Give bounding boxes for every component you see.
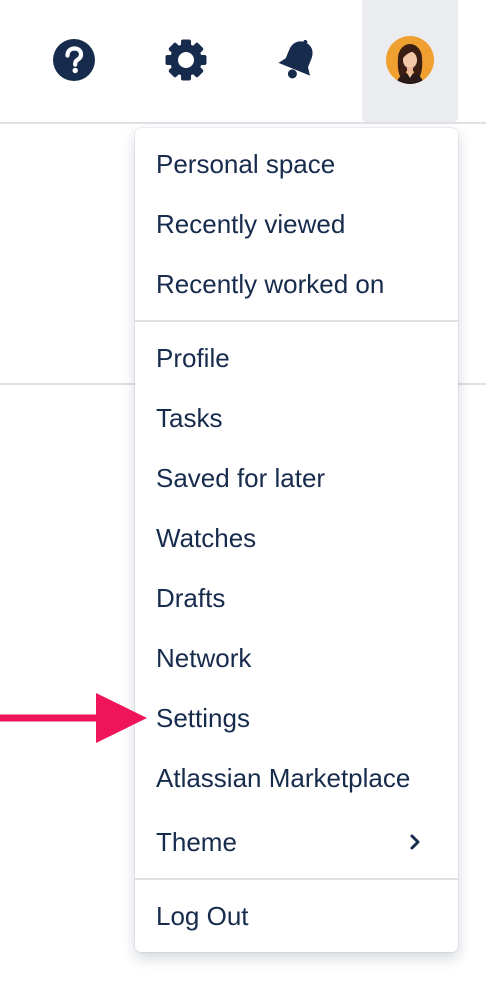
- menu-item-atlassian-marketplace[interactable]: Atlassian Marketplace: [135, 748, 458, 808]
- menu-item-theme[interactable]: Theme: [135, 812, 458, 872]
- menu-item-label: Settings: [156, 702, 250, 733]
- menu-item-saved-for-later[interactable]: Saved for later: [135, 448, 458, 508]
- menu-item-watches[interactable]: Watches: [135, 508, 458, 568]
- user-avatar: [386, 36, 434, 84]
- menu-item-drafts[interactable]: Drafts: [135, 568, 458, 628]
- bell-icon[interactable]: [274, 36, 322, 84]
- menu-item-label: Theme: [156, 826, 237, 857]
- menu-item-label: Profile: [156, 342, 230, 373]
- profile-menu-button[interactable]: [362, 0, 458, 122]
- menu-item-profile[interactable]: Profile: [135, 328, 458, 388]
- gear-icon[interactable]: [162, 36, 210, 84]
- menu-separator: [135, 320, 458, 322]
- menu-item-label: Recently worked on: [156, 268, 385, 299]
- menu-item-label: Atlassian Marketplace: [156, 762, 411, 793]
- menu-item-log-out[interactable]: Log Out: [135, 886, 458, 946]
- menu-item-tasks[interactable]: Tasks: [135, 388, 458, 448]
- menu-item-label: Network: [156, 642, 252, 673]
- menu-item-label: Recently viewed: [156, 208, 346, 239]
- menu-separator: [135, 878, 458, 880]
- menu-item-personal-space[interactable]: Personal space: [135, 134, 458, 194]
- chevron-right-icon: [410, 834, 420, 850]
- menu-item-settings[interactable]: Settings: [135, 688, 458, 748]
- menu-item-recently-worked-on[interactable]: Recently worked on: [135, 254, 458, 314]
- menu-item-recently-viewed[interactable]: Recently viewed: [135, 194, 458, 254]
- help-icon[interactable]: [50, 36, 98, 84]
- menu-item-label: Saved for later: [156, 462, 326, 493]
- menu-item-label: Tasks: [156, 402, 223, 433]
- menu-item-label: Drafts: [156, 582, 226, 613]
- menu-item-network[interactable]: Network: [135, 628, 458, 688]
- annotation-arrow-icon: [0, 693, 147, 743]
- menu-item-label: Watches: [156, 522, 257, 553]
- menu-item-label: Personal space: [156, 148, 336, 179]
- profile-dropdown-menu: Personal space Recently viewed Recently …: [135, 128, 458, 952]
- menu-item-label: Log Out: [156, 900, 249, 931]
